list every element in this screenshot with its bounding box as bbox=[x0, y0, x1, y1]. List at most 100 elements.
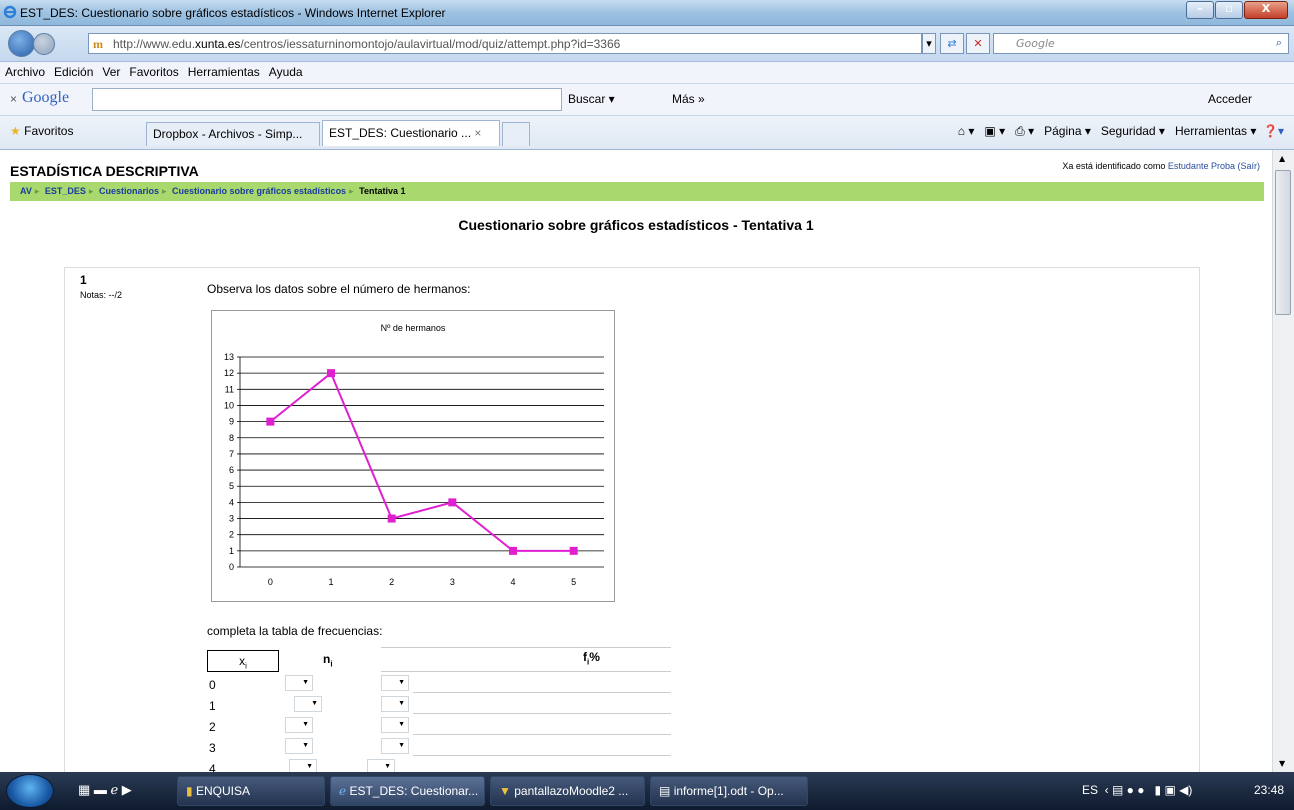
menu-ver[interactable]: Ver bbox=[97, 62, 124, 79]
search-icon[interactable]: ⌕ bbox=[1276, 36, 1282, 50]
window-title: EST_DES: Cuestionario sobre gráficos est… bbox=[20, 6, 446, 20]
task-pantallazo[interactable]: ▼ pantallazoMoodle2 ... bbox=[490, 776, 645, 806]
toolbar-close-icon[interactable]: × bbox=[10, 92, 17, 106]
acceder-button[interactable]: Acceder bbox=[1208, 92, 1252, 106]
row-value-x: 1 bbox=[209, 699, 216, 713]
ni-select[interactable]: ▼ bbox=[285, 738, 313, 754]
crumb-est-des[interactable]: EST_DES bbox=[45, 186, 86, 196]
buscar-button[interactable]: Buscar ▾ bbox=[568, 92, 615, 106]
task-est-des[interactable]: ℯ EST_DES: Cuestionar... bbox=[330, 776, 485, 806]
help-icon[interactable]: ❓▾ bbox=[1263, 124, 1284, 138]
menu-herramientas[interactable]: Herramientas bbox=[183, 62, 264, 79]
data-point bbox=[569, 546, 578, 555]
data-point bbox=[327, 369, 335, 378]
close-window-button[interactable]: X bbox=[1244, 1, 1288, 19]
crumb-cuestionario[interactable]: Cuestionario sobre gráficos estadísticos bbox=[172, 186, 346, 196]
ni-select[interactable]: ▼ bbox=[294, 696, 322, 712]
feeds-icon[interactable]: ▣ ▾ bbox=[984, 124, 1005, 138]
y-tick-label: 9 bbox=[229, 417, 234, 427]
crumb-cuestionarios[interactable]: Cuestionarios bbox=[99, 186, 159, 196]
user-link[interactable]: Estudante Proba bbox=[1168, 161, 1235, 171]
back-button[interactable] bbox=[8, 30, 35, 57]
row-value-x: 3 bbox=[209, 741, 216, 755]
print-icon[interactable]: ⎙ ▾ bbox=[1015, 124, 1034, 138]
search-input[interactable]: Google ⌕ bbox=[993, 33, 1289, 54]
task-informe[interactable]: ▤ informe[1].odt - Op... bbox=[650, 776, 808, 806]
fi-select[interactable]: ▼ bbox=[381, 675, 409, 691]
row-value-x: 4 bbox=[209, 762, 216, 772]
x-tick-label: 5 bbox=[571, 577, 576, 587]
y-tick-label: 12 bbox=[224, 368, 234, 378]
scroll-down-icon[interactable]: ▼ bbox=[1279, 759, 1285, 768]
y-tick-label: 11 bbox=[225, 384, 234, 394]
menu-ayuda[interactable]: Ayuda bbox=[264, 62, 307, 79]
tab-est-des[interactable]: EST_DES: Cuestionario ... × bbox=[322, 120, 500, 146]
scroll-up-icon[interactable]: ▲ bbox=[1279, 154, 1285, 163]
x-tick-label: 4 bbox=[510, 577, 515, 587]
scroll-thumb[interactable] bbox=[1275, 170, 1291, 315]
google-search-input[interactable] bbox=[92, 88, 562, 111]
ni-select[interactable]: ▼ bbox=[285, 717, 313, 733]
y-tick-label: 4 bbox=[229, 497, 234, 507]
quiz-title: Cuestionario sobre gráficos estadísticos… bbox=[458, 217, 814, 233]
vertical-scrollbar[interactable]: ▲ ▼ bbox=[1272, 150, 1294, 772]
row-value-x: 2 bbox=[209, 720, 216, 734]
url-dropdown-icon[interactable]: ▾ bbox=[922, 33, 936, 54]
y-tick-label: 5 bbox=[229, 481, 234, 491]
ie-icon: ℯ bbox=[339, 784, 347, 798]
question-number: 1 bbox=[80, 273, 87, 287]
ni-select[interactable]: ▼ bbox=[289, 759, 317, 772]
menu-edicion[interactable]: Edición bbox=[49, 62, 97, 79]
favorites-button[interactable]: ★ Favoritos bbox=[10, 124, 73, 138]
header-ni: ni bbox=[323, 652, 333, 669]
start-button[interactable] bbox=[6, 774, 54, 808]
forward-button[interactable] bbox=[33, 33, 55, 55]
fi-select[interactable]: ▼ bbox=[381, 696, 409, 712]
ni-select[interactable]: ▼ bbox=[285, 675, 313, 691]
url-input[interactable]: m http://www.edu.xunta.es/centros/iessat… bbox=[88, 33, 922, 54]
stop-icon[interactable]: ✕ bbox=[966, 33, 990, 54]
mas-button[interactable]: Más » bbox=[672, 92, 705, 106]
google-toolbar: × Google Buscar ▾ Más » Acceder bbox=[0, 84, 1294, 116]
header-fi: fi% bbox=[583, 650, 600, 667]
quicklaunch-icons[interactable]: ▦ ▬ ℯ ▶ bbox=[78, 782, 132, 798]
fi-select[interactable]: ▼ bbox=[381, 738, 409, 754]
clock: 23:48 bbox=[1253, 783, 1284, 797]
herramientas-menu[interactable]: Herramientas ▾ bbox=[1175, 124, 1256, 138]
refresh-icon[interactable]: ⇄ bbox=[940, 33, 964, 54]
tab-close-icon[interactable]: × bbox=[474, 126, 481, 140]
window-title-bar: EST_DES: Cuestionario sobre gráficos est… bbox=[0, 0, 1294, 26]
address-toolbar: m http://www.edu.xunta.es/centros/iessat… bbox=[0, 26, 1294, 62]
pagina-menu[interactable]: Página ▾ bbox=[1044, 124, 1091, 138]
y-tick-label: 6 bbox=[229, 465, 234, 475]
y-tick-label: 2 bbox=[229, 530, 234, 540]
taskbar: ▦ ▬ ℯ ▶ ▮ ENQUISA ℯ EST_DES: Cuestionar.… bbox=[0, 772, 1294, 810]
home-icon[interactable]: ⌂ ▾ bbox=[958, 124, 975, 138]
x-tick-label: 2 bbox=[389, 577, 394, 587]
y-tick-label: 7 bbox=[229, 449, 234, 459]
x-tick-label: 0 bbox=[268, 577, 273, 587]
crumb-av[interactable]: AV bbox=[20, 186, 32, 196]
crumb-tentativa: Tentativa 1 bbox=[359, 186, 406, 196]
question-grade: Notas: --/2 bbox=[80, 290, 123, 300]
maximize-button[interactable]: ▫ bbox=[1215, 1, 1243, 19]
minimize-button[interactable]: – bbox=[1186, 1, 1214, 19]
y-tick-label: 1 bbox=[229, 546, 234, 556]
menu-bar: Archivo Edición Ver Favoritos Herramientas Ay… bbox=[0, 62, 1294, 84]
y-tick-label: 3 bbox=[229, 514, 234, 524]
star-icon: ★ bbox=[10, 124, 21, 138]
new-tab-button[interactable] bbox=[502, 122, 530, 146]
y-tick-label: 8 bbox=[229, 433, 234, 443]
task-enquisa[interactable]: ▮ ENQUISA bbox=[177, 776, 325, 806]
command-bar: ⌂ ▾ ▣ ▾ ⎙ ▾ Página ▾ Seguridad ▾ Herrami… bbox=[958, 124, 1284, 139]
exit-link[interactable]: (Saír) bbox=[1238, 161, 1261, 171]
question-box: 1 Notas: --/2 Observa los datos sobre el… bbox=[64, 267, 1200, 772]
seguridad-menu[interactable]: Seguridad ▾ bbox=[1101, 124, 1165, 138]
menu-archivo[interactable]: Archivo bbox=[0, 62, 49, 79]
fi-select[interactable]: ▼ bbox=[381, 717, 409, 733]
url-text: http://www.edu.xunta.es/centros/iessatur… bbox=[113, 37, 621, 51]
menu-favoritos[interactable]: Favoritos bbox=[124, 62, 182, 79]
tab-dropbox[interactable]: Dropbox - Archivos - Simp... bbox=[146, 122, 320, 146]
series-line bbox=[269, 371, 574, 552]
fi-select[interactable]: ▼ bbox=[367, 759, 395, 772]
